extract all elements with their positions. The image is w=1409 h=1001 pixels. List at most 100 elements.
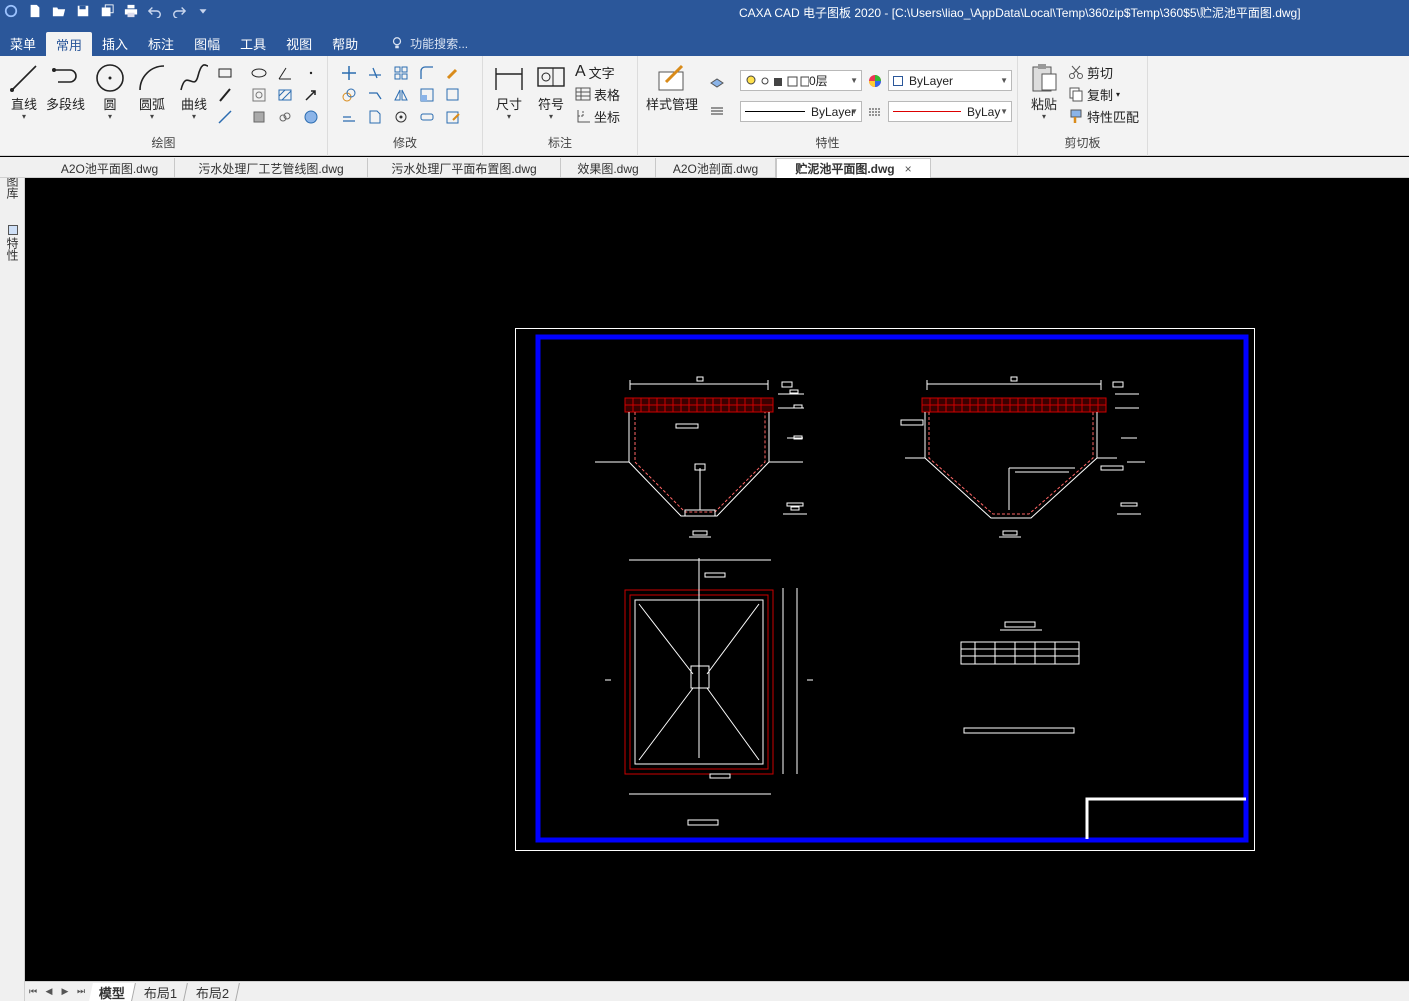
doc-tab[interactable]: A2O池平面图.dwg: [45, 158, 175, 178]
tab-view[interactable]: 视图: [276, 30, 322, 56]
arc-button[interactable]: 圆弧 ▾: [136, 62, 168, 121]
save-as-icon[interactable]: [98, 2, 116, 20]
paste-icon: [1032, 64, 1057, 92]
style-manager-icon: [658, 64, 684, 91]
library-tab-label: 图库: [5, 175, 19, 199]
prev-layout-icon[interactable]: ◀: [41, 986, 57, 997]
copy-objects-icon[interactable]: [340, 86, 358, 104]
layer-manager-icon[interactable]: [708, 72, 726, 90]
tab-annotate[interactable]: 标注: [138, 30, 184, 56]
construction-line-icon[interactable]: [216, 108, 234, 126]
cut-button[interactable]: 剪切: [1068, 62, 1113, 82]
layer-select[interactable]: 0层 ▼: [740, 70, 862, 91]
left-side-panel: 图库 特性: [0, 157, 25, 1001]
open-file-icon[interactable]: [50, 2, 68, 20]
doc-tab-label: 贮泥池平面图.dwg: [795, 162, 895, 176]
feature-search[interactable]: 功能搜索...: [368, 30, 478, 56]
group-annotate: 尺寸 ▾ 符号 ▾ A 文字 表格 坐标 标注: [483, 56, 638, 156]
layout-tab-2[interactable]: 布局2: [186, 982, 241, 1001]
doc-tab[interactable]: 效果图.dwg: [561, 158, 656, 178]
text-button[interactable]: A 文字: [575, 62, 615, 82]
arrow-icon[interactable]: [302, 86, 320, 104]
menu-main[interactable]: 菜单: [0, 30, 46, 56]
explode-icon[interactable]: [444, 86, 462, 104]
extend-icon[interactable]: [366, 86, 384, 104]
linestyle-icon[interactable]: [866, 103, 884, 121]
line-button[interactable]: 直线 ▾: [8, 62, 40, 121]
rotate-icon[interactable]: [392, 108, 410, 126]
scale-icon[interactable]: [366, 108, 384, 126]
app-logo-icon[interactable]: [2, 2, 20, 20]
doc-tab-active[interactable]: 贮泥池平面图.dwg ×: [776, 158, 931, 178]
break-icon[interactable]: [418, 108, 436, 126]
symbol-label: 符号: [537, 97, 564, 112]
drawing-canvas[interactable]: [25, 178, 1409, 981]
paste-button[interactable]: 粘贴 ▾: [1028, 62, 1060, 121]
edit-icon[interactable]: [444, 108, 462, 126]
mirror-icon[interactable]: [392, 86, 410, 104]
polyline-button[interactable]: 多段线: [46, 62, 85, 113]
array-icon[interactable]: [392, 64, 410, 82]
layout-tab-model[interactable]: 模型: [89, 982, 136, 1001]
copy-button[interactable]: 复制 ▾: [1068, 84, 1120, 104]
trim-icon[interactable]: [366, 64, 384, 82]
close-icon[interactable]: ×: [905, 162, 912, 176]
curve-button[interactable]: 曲线 ▾: [178, 62, 210, 121]
text-label: 文字: [588, 65, 615, 81]
fillet-icon[interactable]: [418, 64, 436, 82]
dimension-button[interactable]: 尺寸 ▾: [493, 62, 525, 121]
point-icon[interactable]: [302, 64, 320, 82]
layout-tab-label: 布局2: [196, 985, 230, 1000]
tab-help[interactable]: 帮助: [322, 30, 368, 56]
image-icon[interactable]: [302, 108, 320, 126]
ellipse-icon[interactable]: [250, 64, 268, 82]
color-swatch-icon: [893, 75, 903, 86]
material-table: [960, 621, 1080, 734]
print-icon[interactable]: [122, 2, 140, 20]
doc-tab[interactable]: A2O池剖面.dwg: [656, 158, 776, 178]
match-properties-button[interactable]: 特性匹配: [1068, 106, 1139, 126]
save-icon[interactable]: [74, 2, 92, 20]
customize-qat-icon[interactable]: [194, 2, 212, 20]
lineweight-list-icon[interactable]: [708, 102, 726, 120]
move-icon[interactable]: [340, 64, 358, 82]
cloud-icon[interactable]: [276, 108, 294, 126]
hatch-icon[interactable]: [276, 86, 294, 104]
new-file-icon[interactable]: [26, 2, 44, 20]
rectangle-icon[interactable]: [216, 64, 234, 82]
style-manager-button[interactable]: 样式管理: [646, 62, 698, 113]
brush-icon[interactable]: [444, 64, 462, 82]
linetype-select[interactable]: ByLayer ▼: [740, 101, 862, 122]
first-layout-icon[interactable]: ⏮: [25, 986, 41, 997]
tab-tools[interactable]: 工具: [230, 30, 276, 56]
tab-common[interactable]: 常用: [46, 32, 93, 56]
doc-tab[interactable]: 污水处理厂工艺管线图.dwg: [175, 158, 368, 178]
angle-icon[interactable]: [276, 64, 294, 82]
lineweight-select[interactable]: ByLay ▼: [888, 101, 1012, 122]
properties-tab[interactable]: 特性: [4, 225, 21, 261]
color-select[interactable]: ByLayer ▼: [888, 70, 1012, 91]
chevron-down-icon: ▾: [1041, 112, 1046, 121]
redo-icon[interactable]: [170, 2, 188, 20]
offset-icon[interactable]: [340, 108, 358, 126]
symbol-icon: [537, 67, 565, 87]
color-wheel-icon[interactable]: [866, 72, 884, 90]
symbol-button[interactable]: 符号 ▾: [535, 62, 567, 121]
chevron-down-icon: ▾: [506, 112, 511, 121]
block-icon[interactable]: [250, 108, 268, 126]
doc-tab[interactable]: 污水处理厂平面布置图.dwg: [368, 158, 561, 178]
layout-tab-1[interactable]: 布局1: [134, 982, 189, 1001]
table-button[interactable]: 表格: [575, 84, 620, 104]
tab-insert[interactable]: 插入: [92, 30, 138, 56]
tab-sheet[interactable]: 图幅: [184, 30, 230, 56]
stretch-icon[interactable]: [418, 86, 436, 104]
coordinate-label: 坐标: [594, 109, 621, 125]
last-layout-icon[interactable]: ⏭: [73, 986, 89, 997]
undo-icon[interactable]: [146, 2, 164, 20]
centerline-icon[interactable]: [216, 86, 234, 104]
coordinate-button[interactable]: 坐标: [575, 106, 620, 126]
next-layout-icon[interactable]: ▶: [57, 986, 73, 997]
circle-button[interactable]: 圆 ▾: [94, 62, 126, 121]
hole-icon[interactable]: [250, 86, 268, 104]
cut-label: 剪切: [1087, 65, 1114, 81]
